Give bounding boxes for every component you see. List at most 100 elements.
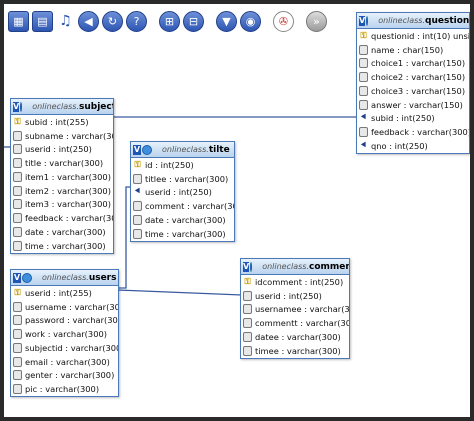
field-list: ⚿ idcomment : int(250) userid : int(250) us… (241, 275, 349, 358)
field-label: commentt : varchar(300) (255, 318, 349, 329)
toggle-columns-icon[interactable]: V (13, 101, 20, 112)
field-icon (358, 99, 369, 110)
field-row[interactable]: ⚿ idcomment : int(250) (241, 275, 349, 289)
field-row[interactable]: time : varchar(300) (11, 239, 113, 253)
field-row[interactable]: title : varchar(300) (11, 156, 113, 170)
field-row[interactable]: feedback : varchar(300) (11, 211, 113, 225)
field-label: username : varchar(300) (25, 301, 118, 312)
field-icon (12, 130, 23, 141)
settings-icon[interactable] (22, 272, 32, 283)
field-row[interactable]: feedback : varchar(300) (357, 125, 469, 139)
field-icon (358, 44, 369, 55)
toggle-columns-icon[interactable]: V (13, 272, 21, 283)
field-label: answer : varchar(150) (371, 99, 463, 110)
field-row[interactable]: ⚿ userid : int(255) (11, 286, 118, 300)
field-row[interactable]: userid : int(250) (11, 143, 113, 157)
field-label: date : varchar(300) (25, 226, 106, 237)
table-questions[interactable]: V onlineclass. questions ⚿ questionid : i… (356, 12, 470, 154)
field-icon (12, 144, 23, 155)
settings-icon[interactable] (142, 144, 152, 155)
toggle-columns-icon[interactable]: V (243, 261, 250, 272)
field-row[interactable]: choice1 : varchar(150) (357, 57, 469, 71)
relation-line-users-comment (116, 289, 243, 296)
field-row[interactable]: choice2 : varchar(150) (357, 70, 469, 84)
field-row[interactable]: date : varchar(300) (11, 225, 113, 239)
toggle-columns-icon[interactable]: V (133, 144, 141, 155)
field-label: qno : int(250) (371, 140, 428, 151)
field-row[interactable]: commentt : varchar(300) (241, 316, 349, 330)
field-row[interactable]: ⚿ questionid : int(10) unsigned (357, 29, 469, 43)
field-row[interactable]: pic : varchar(300) (11, 382, 118, 396)
field-label: datee : varchar(300) (255, 331, 341, 342)
table-header[interactable]: V onlineclass. tilte (131, 142, 234, 158)
table-subjects[interactable]: V onlineclass. subjects ⚿ subid : int(255… (10, 98, 114, 254)
database-name: onlineclass. (378, 16, 426, 25)
settings-icon[interactable] (366, 15, 369, 26)
field-row[interactable]: item2 : varchar(300) (11, 184, 113, 198)
field-row[interactable]: subname : varchar(300) (11, 129, 113, 143)
field-label: id : int(250) (145, 159, 194, 170)
field-icon (12, 356, 23, 367)
field-icon (12, 315, 23, 326)
field-row[interactable]: item1 : varchar(300) (11, 170, 113, 184)
field-row[interactable]: date : varchar(300) (131, 213, 234, 227)
field-label: time : varchar(300) (25, 240, 106, 251)
field-label: subid : int(250) (371, 113, 435, 124)
field-row[interactable]: datee : varchar(300) (241, 330, 349, 344)
field-icon (358, 127, 369, 138)
field-row[interactable]: item3 : varchar(300) (11, 198, 113, 212)
primary-key-icon: ⚿ (14, 287, 21, 297)
field-icon (358, 85, 369, 96)
field-row[interactable]: time : varchar(300) (131, 227, 234, 241)
field-label: feedback : varchar(300) (25, 213, 113, 224)
table-name: users (88, 272, 117, 283)
settings-icon[interactable] (20, 101, 23, 112)
field-list: ⚿ id : int(250) titlee : varchar(300) ⯇ user… (131, 158, 234, 241)
field-row[interactable]: ⚿ id : int(250) (131, 158, 234, 172)
toggle-columns-icon[interactable]: V (359, 15, 366, 26)
table-users[interactable]: V onlineclass. users ⚿ userid : int(255) u… (10, 269, 119, 397)
field-row[interactable]: subjectid : varchar(300) (11, 341, 118, 355)
field-row[interactable]: work : varchar(300) (11, 327, 118, 341)
field-icon (12, 384, 23, 395)
field-list: ⚿ userid : int(255) username : varchar(300… (11, 286, 118, 396)
field-label: userid : int(255) (25, 287, 92, 298)
field-label: item2 : varchar(300) (25, 185, 111, 196)
field-row[interactable]: titlee : varchar(300) (131, 172, 234, 186)
field-row[interactable]: userid : int(250) (241, 289, 349, 303)
table-comment[interactable]: V onlineclass. comment ⚿ idcomment : int(… (240, 258, 350, 359)
table-header[interactable]: V onlineclass. users (11, 270, 118, 286)
table-tilte[interactable]: V onlineclass. tilte ⚿ id : int(250) title… (130, 141, 235, 242)
field-row[interactable]: username : varchar(300) (11, 300, 118, 314)
field-label: choice1 : varchar(150) (371, 58, 466, 69)
field-row[interactable]: email : varchar(300) (11, 355, 118, 369)
field-row[interactable]: ⚿ subid : int(255) (11, 115, 113, 129)
settings-icon[interactable] (250, 261, 253, 272)
table-name: tilte (208, 144, 230, 155)
field-icon (242, 331, 253, 342)
table-header[interactable]: V onlineclass. subjects (11, 99, 113, 115)
field-row[interactable]: name : char(150) (357, 43, 469, 57)
table-header[interactable]: V onlineclass. questions (357, 13, 469, 29)
foreign-key-icon: ⯇ (359, 140, 368, 151)
field-icon (12, 185, 23, 196)
field-row[interactable]: answer : varchar(150) (357, 98, 469, 112)
table-header[interactable]: V onlineclass. comment (241, 259, 349, 275)
field-label: name : char(150) (371, 44, 444, 55)
field-row[interactable]: ⯇ subid : int(250) (357, 112, 469, 126)
database-name: onlineclass. (42, 273, 89, 282)
field-row[interactable]: usernamee : varchar(300) (241, 303, 349, 317)
field-row[interactable]: genter : varchar(300) (11, 369, 118, 383)
field-label: subname : varchar(300) (25, 130, 113, 141)
field-row[interactable]: choice3 : varchar(150) (357, 84, 469, 98)
field-row[interactable]: ⯇ userid : int(250) (131, 186, 234, 200)
field-row[interactable]: ⯇ qno : int(250) (357, 139, 469, 153)
field-row[interactable]: password : varchar(300) (11, 314, 118, 328)
field-label: userid : int(250) (255, 290, 322, 301)
foreign-key-icon: ⯇ (133, 187, 142, 198)
field-label: pic : varchar(300) (25, 384, 100, 395)
field-row[interactable]: timee : varchar(300) (241, 344, 349, 358)
database-name: onlineclass. (162, 145, 209, 154)
field-row[interactable]: comment : varchar(300) (131, 199, 234, 213)
field-icon (12, 329, 23, 340)
